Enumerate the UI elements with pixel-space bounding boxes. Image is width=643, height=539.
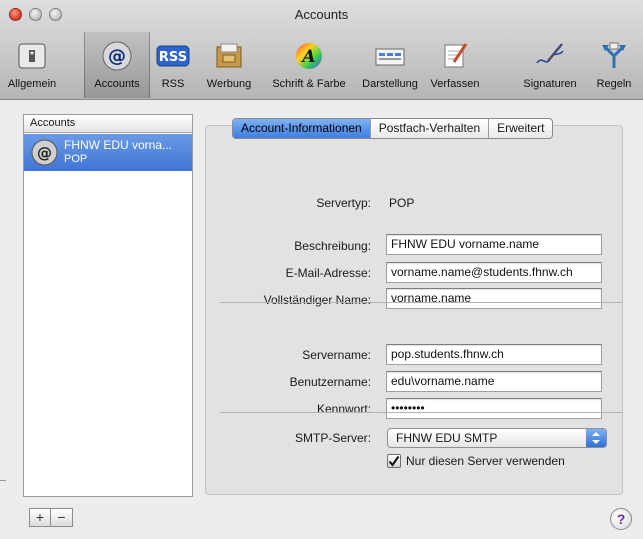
beschreibung-label: Beschreibung: <box>294 239 371 253</box>
tab-account-informationen[interactable]: Account-Informationen <box>233 119 371 138</box>
toolbar-label: Verfassen <box>430 78 480 90</box>
toolbar-label: Werbung <box>206 78 252 90</box>
at-sign-icon: @ <box>31 139 58 166</box>
only-server-label: Nur diesen Server verwenden <box>406 454 565 468</box>
smtp-server-select[interactable]: FHNW EDU SMTP <box>387 428 607 448</box>
toolbar-label: Allgemein <box>7 78 57 90</box>
toolbar-item-accounts[interactable]: @ Accounts <box>84 32 150 98</box>
smtp-server-label: SMTP-Server: <box>294 431 371 445</box>
only-server-option[interactable]: Nur diesen Server verwenden <box>387 454 565 468</box>
help-button[interactable]: ? <box>610 508 632 530</box>
rss-icon: RSS <box>156 39 190 73</box>
servertyp-label: Servertyp: <box>316 196 371 210</box>
toolbar-label: Darstellung <box>362 78 418 90</box>
account-tabs: Account-Informationen Postfach-Verhalten… <box>232 118 554 139</box>
toolbar-label: Accounts <box>94 78 140 90</box>
rules-icon <box>597 39 631 73</box>
password-field[interactable]: •••••••• <box>386 398 602 419</box>
account-name: FHNW EDU vorna... <box>64 138 173 152</box>
section-divider <box>220 302 622 303</box>
add-account-button[interactable]: + <box>29 508 51 527</box>
toolbar-label: Signaturen <box>523 78 577 90</box>
servername-label: Servername: <box>302 348 371 362</box>
toolbar-item-regeln[interactable]: Regeln <box>588 32 640 98</box>
password-label: Kennwort: <box>316 402 371 416</box>
accounts-list[interactable]: Accounts @ FHNW EDU vorna... POP <box>23 114 193 497</box>
tab-erweitert[interactable]: Erweitert <box>489 119 552 138</box>
window-edge-line <box>0 480 6 481</box>
account-row[interactable]: @ FHNW EDU vorna... POP <box>24 134 192 171</box>
username-label: Benutzername: <box>289 375 371 389</box>
toolbar-item-rss[interactable]: RSS RSS <box>150 32 196 98</box>
email-label: E-Mail-Adresse: <box>285 266 371 280</box>
section-divider <box>220 412 622 413</box>
fullname-field[interactable]: vorname.name <box>386 288 602 309</box>
username-field[interactable]: edu\vorname.name <box>386 371 602 392</box>
account-type: POP <box>64 153 88 165</box>
toolbar-item-werbung[interactable]: Werbung <box>198 32 260 98</box>
window-chrome: Accounts Allgemein @ Accounts RSS RSS We… <box>0 0 643 100</box>
only-server-checkbox[interactable] <box>387 454 401 468</box>
servername-field[interactable]: pop.students.fhnw.ch <box>386 344 602 365</box>
toolbar-item-signaturen[interactable]: Signaturen <box>514 32 586 98</box>
beschreibung-field[interactable]: FHNW EDU vorname.name <box>386 234 602 255</box>
updown-arrows-icon <box>586 429 606 447</box>
toolbar-item-allgemein[interactable]: Allgemein <box>2 32 62 98</box>
toolbar-label: Regeln <box>596 78 632 90</box>
smtp-server-value: FHNW EDU SMTP <box>396 431 498 445</box>
account-add-remove: + − <box>29 508 73 527</box>
checkmark-icon <box>388 455 400 467</box>
tab-postfach-verhalten[interactable]: Postfach-Verhalten <box>371 119 490 138</box>
toolbar-item-schrift-farbe[interactable]: A Schrift & Farbe <box>264 32 354 98</box>
toolbar-item-darstellung[interactable]: Darstellung <box>356 32 424 98</box>
accounts-list-header: Accounts <box>24 115 192 133</box>
svg-text:RSS: RSS <box>159 50 187 65</box>
switch-icon <box>15 39 49 73</box>
preferences-toolbar: Allgemein @ Accounts RSS RSS Werbung A S… <box>0 32 643 98</box>
signature-icon <box>533 39 567 73</box>
at-sign-icon: @ <box>100 39 134 73</box>
viewing-icon <box>373 39 407 73</box>
window-title: Accounts <box>294 7 349 22</box>
toolbar-item-verfassen[interactable]: Verfassen <box>426 32 484 98</box>
toolbar-label: RSS <box>161 78 185 90</box>
servertyp-value: POP <box>389 196 415 210</box>
fullname-label: Vollständiger Name: <box>263 293 371 307</box>
compose-icon <box>438 39 472 73</box>
junk-mail-icon <box>212 39 246 73</box>
svg-text:@: @ <box>108 46 126 67</box>
svg-text:A: A <box>300 47 315 67</box>
email-field[interactable]: vorname.name@students.fhnw.ch <box>386 262 602 283</box>
font-color-icon: A <box>292 39 326 73</box>
toolbar-label: Schrift & Farbe <box>272 78 346 90</box>
remove-account-button[interactable]: − <box>51 508 73 527</box>
svg-text:@: @ <box>37 144 52 162</box>
